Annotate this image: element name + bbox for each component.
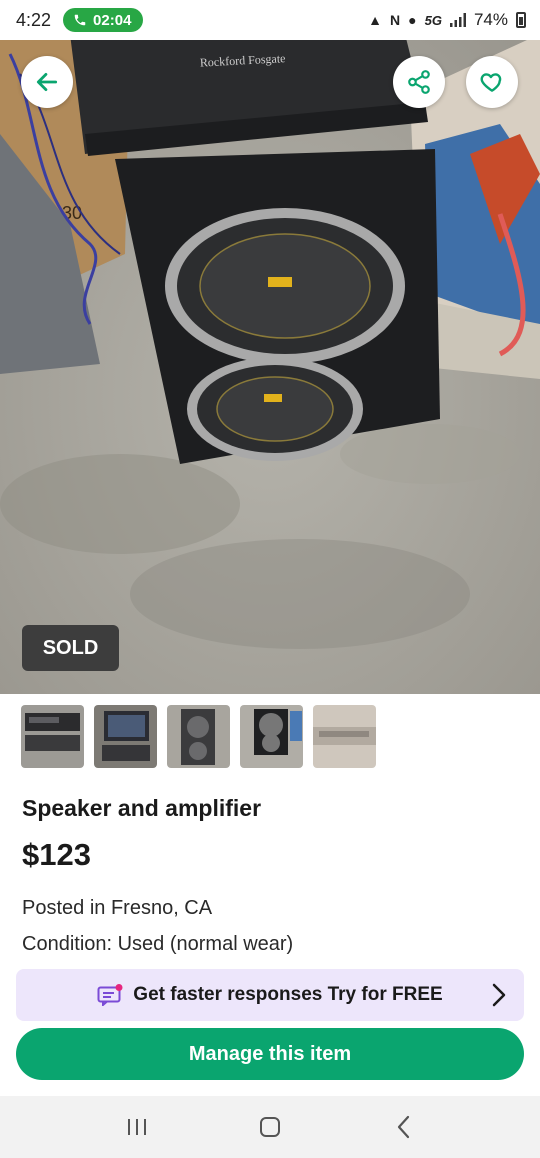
call-timer: 02:04 — [93, 11, 132, 29]
thumbnail-image — [94, 705, 157, 768]
lock-notification-icon: ▲ — [368, 12, 383, 28]
battery-percent: 74% — [473, 10, 508, 29]
battery-icon — [516, 12, 526, 28]
thumbnail-3[interactable] — [167, 705, 230, 768]
network-type: 5G — [424, 12, 442, 28]
back-button[interactable] — [21, 56, 73, 108]
speaker-photo: 30 Rockford Fosgate — [0, 34, 540, 694]
manage-item-button[interactable]: Manage this item — [16, 1028, 524, 1080]
home-icon — [259, 1117, 280, 1137]
nav-recents-button[interactable] — [112, 1107, 162, 1147]
thumbnail-image — [21, 705, 84, 768]
status-time: 4:22 — [16, 9, 52, 30]
heart-icon — [480, 73, 502, 92]
sold-badge: SOLD — [22, 625, 119, 671]
thumbnail-2[interactable] — [94, 705, 157, 768]
chevron-right-icon — [492, 983, 506, 1007]
photo-thumbnails — [21, 705, 376, 768]
nfc-icon: N — [390, 12, 401, 28]
thumbnail-image — [313, 705, 376, 768]
signal-icon — [449, 13, 466, 27]
nav-back-button[interactable] — [378, 1107, 428, 1147]
thumbnail-1[interactable] — [21, 705, 84, 768]
location-icon: ● — [408, 12, 417, 28]
thumbnail-image — [240, 705, 303, 768]
ongoing-call-pill[interactable]: 02:04 — [63, 8, 144, 32]
arrow-left-icon — [36, 73, 58, 91]
nav-home-button[interactable] — [245, 1107, 295, 1147]
listing-price: $123 — [22, 837, 91, 872]
system-nav-bar — [0, 1096, 540, 1158]
listing-location: Posted in Fresno, CA — [22, 897, 213, 919]
favorite-button[interactable] — [466, 56, 518, 108]
status-bar: 4:22 02:04 ▲ N ● 5G 74% — [0, 0, 540, 40]
listing-photo[interactable]: 30 Rockford Fosgate SOLD — [0, 34, 540, 694]
phone-icon — [74, 14, 86, 26]
thumbnail-image — [167, 705, 230, 768]
thumbnail-5[interactable] — [313, 705, 376, 768]
share-icon — [408, 70, 430, 94]
listing-condition: Condition: Used (normal wear) — [22, 933, 294, 955]
promo-text: Get faster responses Try for FREE — [133, 984, 443, 1005]
status-icons: ▲ N ● 5G 74% — [368, 10, 526, 30]
chat-message-icon — [97, 984, 123, 1006]
back-chevron-icon — [398, 1115, 410, 1139]
thumbnail-4[interactable] — [240, 705, 303, 768]
share-button[interactable] — [393, 56, 445, 108]
promo-banner[interactable]: Get faster responses Try for FREE — [16, 969, 524, 1021]
recents-icon — [127, 1119, 146, 1135]
listing-title: Speaker and amplifier — [22, 795, 262, 821]
